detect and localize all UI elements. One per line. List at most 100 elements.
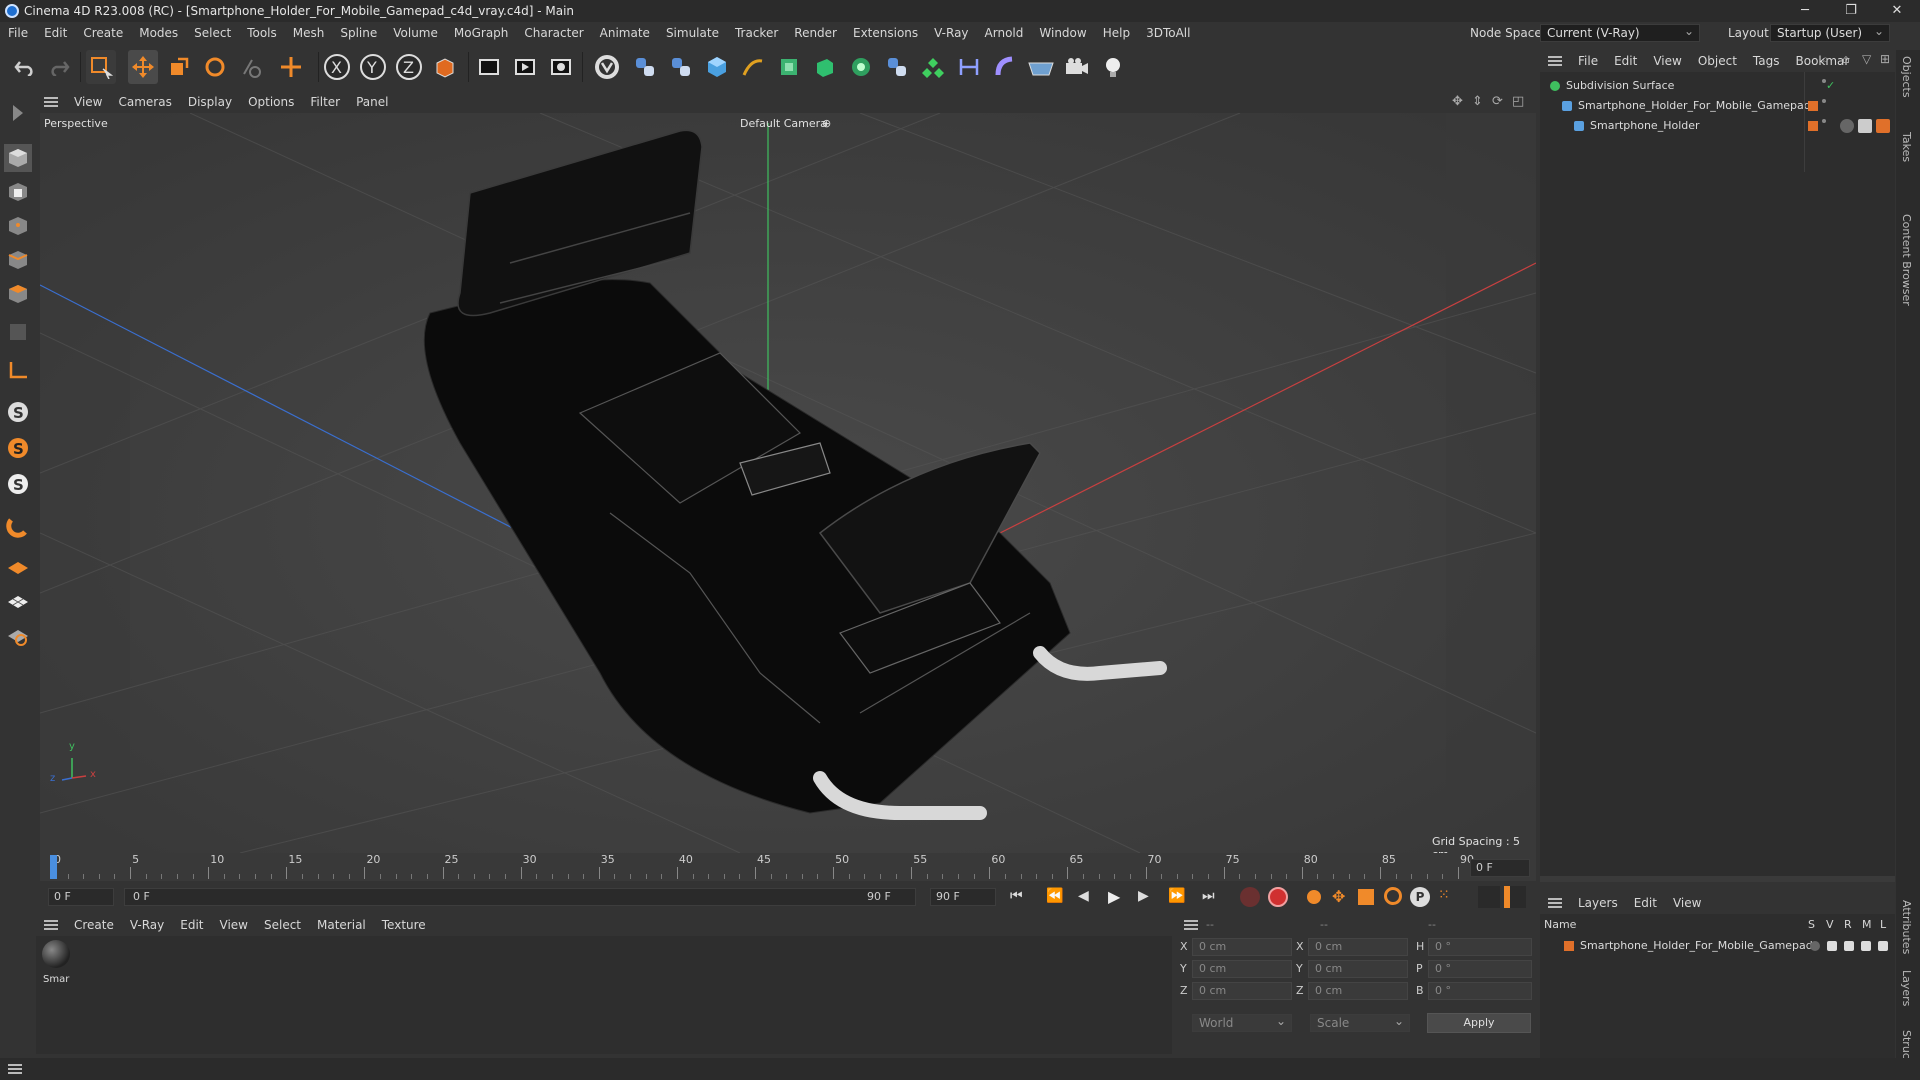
- material-menu-create[interactable]: Create: [66, 918, 122, 932]
- frame-range-slider[interactable]: 0 F 90 F: [124, 888, 916, 906]
- lock-icon[interactable]: [1878, 941, 1888, 951]
- viewport-menu-display[interactable]: Display: [180, 95, 240, 109]
- layer-color-swatch[interactable]: [1808, 101, 1818, 111]
- material-name[interactable]: Smar: [43, 974, 69, 985]
- recent-tools-icon[interactable]: [236, 50, 266, 84]
- object-scrollbar[interactable]: [1540, 876, 1895, 882]
- extrude-icon[interactable]: [810, 50, 840, 84]
- grid-plane-icon[interactable]: [4, 588, 32, 616]
- home-icon[interactable]: ⌂: [1842, 52, 1850, 66]
- motion-system-icon[interactable]: [1478, 886, 1500, 908]
- material-menu-texture[interactable]: Texture: [374, 918, 434, 932]
- playhead[interactable]: [50, 855, 57, 879]
- viewport-menu-options[interactable]: Options: [240, 95, 302, 109]
- z-axis-lock-icon[interactable]: Z: [394, 50, 424, 84]
- objects-menu-icon[interactable]: [1548, 56, 1562, 66]
- filter-icon[interactable]: ▽: [1862, 52, 1871, 66]
- node-space-dropdown[interactable]: Current (V-Ray): [1540, 23, 1700, 42]
- menu-modes[interactable]: Modes: [131, 26, 186, 40]
- menu-v-ray[interactable]: V-Ray: [926, 26, 976, 40]
- magnet-icon[interactable]: [4, 512, 32, 540]
- key-scale-icon[interactable]: [1358, 889, 1374, 905]
- coordinate-system-icon[interactable]: [430, 50, 460, 84]
- timeline-editor-icon[interactable]: [1504, 886, 1526, 908]
- x-axis-lock-icon[interactable]: X: [322, 50, 352, 84]
- menu-extensions[interactable]: Extensions: [845, 26, 926, 40]
- points-mode-icon[interactable]: [4, 212, 32, 240]
- viewport-menu-cameras[interactable]: Cameras: [110, 95, 179, 109]
- layer-color-swatch[interactable]: [1808, 121, 1818, 131]
- move-tool-icon[interactable]: [128, 50, 158, 84]
- floor-icon[interactable]: [1026, 50, 1056, 84]
- key-position-icon[interactable]: ✥: [1332, 887, 1345, 906]
- layers-menu-icon[interactable]: [1548, 898, 1562, 908]
- layer-menu-layers[interactable]: Layers: [1570, 896, 1626, 910]
- next-key-icon[interactable]: ⏩: [1168, 888, 1185, 904]
- render-view-icon[interactable]: [474, 50, 504, 84]
- pan-view-icon[interactable]: ✥: [1452, 94, 1463, 109]
- add-tool-icon[interactable]: [276, 50, 306, 84]
- record-icon[interactable]: [1240, 887, 1260, 907]
- menu-animate[interactable]: Animate: [592, 26, 658, 40]
- autokey-icon[interactable]: [1268, 887, 1288, 907]
- 3d-viewport[interactable]: Perspective Default Camera ⊕ Grid Spacin…: [40, 113, 1536, 853]
- object-menu-object[interactable]: Object: [1690, 54, 1745, 68]
- menu-arnold[interactable]: Arnold: [977, 26, 1032, 40]
- viewport-menu-icon[interactable]: [44, 97, 58, 107]
- visible-icon[interactable]: [1827, 941, 1837, 951]
- menu-simulate[interactable]: Simulate: [658, 26, 727, 40]
- object-menu-view[interactable]: View: [1645, 54, 1689, 68]
- mograph-icon[interactable]: [918, 50, 948, 84]
- material-menu-material[interactable]: Material: [309, 918, 374, 932]
- checker-tag-icon[interactable]: [1858, 119, 1872, 133]
- edges-mode-icon[interactable]: [4, 246, 32, 274]
- camera-icon[interactable]: [1062, 50, 1092, 84]
- light-icon[interactable]: [1098, 50, 1128, 84]
- layer-menu-edit[interactable]: Edit: [1626, 896, 1665, 910]
- render-settings-icon[interactable]: [546, 50, 576, 84]
- object-menu-edit[interactable]: Edit: [1606, 54, 1645, 68]
- object-menu-tags[interactable]: Tags: [1745, 54, 1788, 68]
- close-button[interactable]: ✕: [1874, 0, 1920, 22]
- side-tab-attributes[interactable]: Attributes: [1900, 900, 1913, 954]
- subdivision-icon[interactable]: [774, 50, 804, 84]
- layout-dropdown[interactable]: Startup (User): [1770, 23, 1890, 42]
- rotation-field[interactable]: 0 °: [1428, 938, 1532, 956]
- live-selection-icon[interactable]: [86, 50, 116, 84]
- material-menu-v-ray[interactable]: V-Ray: [122, 918, 172, 932]
- menu-3dtoall[interactable]: 3DToAll: [1138, 26, 1198, 40]
- rotate-view-icon[interactable]: ⟳: [1492, 94, 1503, 109]
- workplane-icon[interactable]: [4, 554, 32, 582]
- menu-tracker[interactable]: Tracker: [727, 26, 786, 40]
- menu-tools[interactable]: Tools: [239, 26, 285, 40]
- rotation-field[interactable]: 0 °: [1428, 960, 1532, 978]
- menu-help[interactable]: Help: [1095, 26, 1138, 40]
- material-list[interactable]: Smar: [36, 936, 1172, 1054]
- axis-mode-icon[interactable]: [4, 356, 32, 384]
- material-thumbnail[interactable]: [42, 940, 70, 968]
- object-menu-file[interactable]: File: [1570, 54, 1606, 68]
- status-menu-icon[interactable]: [8, 1064, 22, 1074]
- prev-frame-icon[interactable]: ◀: [1078, 888, 1089, 904]
- menu-render[interactable]: Render: [786, 26, 845, 40]
- menu-create[interactable]: Create: [75, 26, 131, 40]
- side-tab-layers[interactable]: Layers: [1900, 970, 1913, 1006]
- side-tab-takes[interactable]: Takes: [1900, 132, 1913, 162]
- material-menu-edit[interactable]: Edit: [172, 918, 211, 932]
- end-frame-field[interactable]: 90 F: [930, 888, 996, 906]
- side-tab-content-browser[interactable]: Content Browser: [1900, 214, 1913, 306]
- coords-menu-icon[interactable]: [1184, 920, 1198, 930]
- menu-edit[interactable]: Edit: [36, 26, 75, 40]
- polygons-mode-icon[interactable]: [4, 280, 32, 308]
- menu-file[interactable]: File: [0, 26, 36, 40]
- menu-volume[interactable]: Volume: [385, 26, 446, 40]
- vray-logo-icon[interactable]: [592, 50, 622, 84]
- python-script-2-icon[interactable]: [666, 50, 696, 84]
- solo-icon[interactable]: [1810, 941, 1820, 951]
- scale-dropdown[interactable]: Scale: [1310, 1013, 1410, 1032]
- menu-mesh[interactable]: Mesh: [285, 26, 333, 40]
- model-mode-icon[interactable]: [4, 144, 32, 172]
- goto-end-icon[interactable]: ⏭: [1202, 888, 1215, 904]
- position-field[interactable]: 0 cm: [1192, 960, 1292, 978]
- new-window-icon[interactable]: ⊞: [1880, 52, 1890, 66]
